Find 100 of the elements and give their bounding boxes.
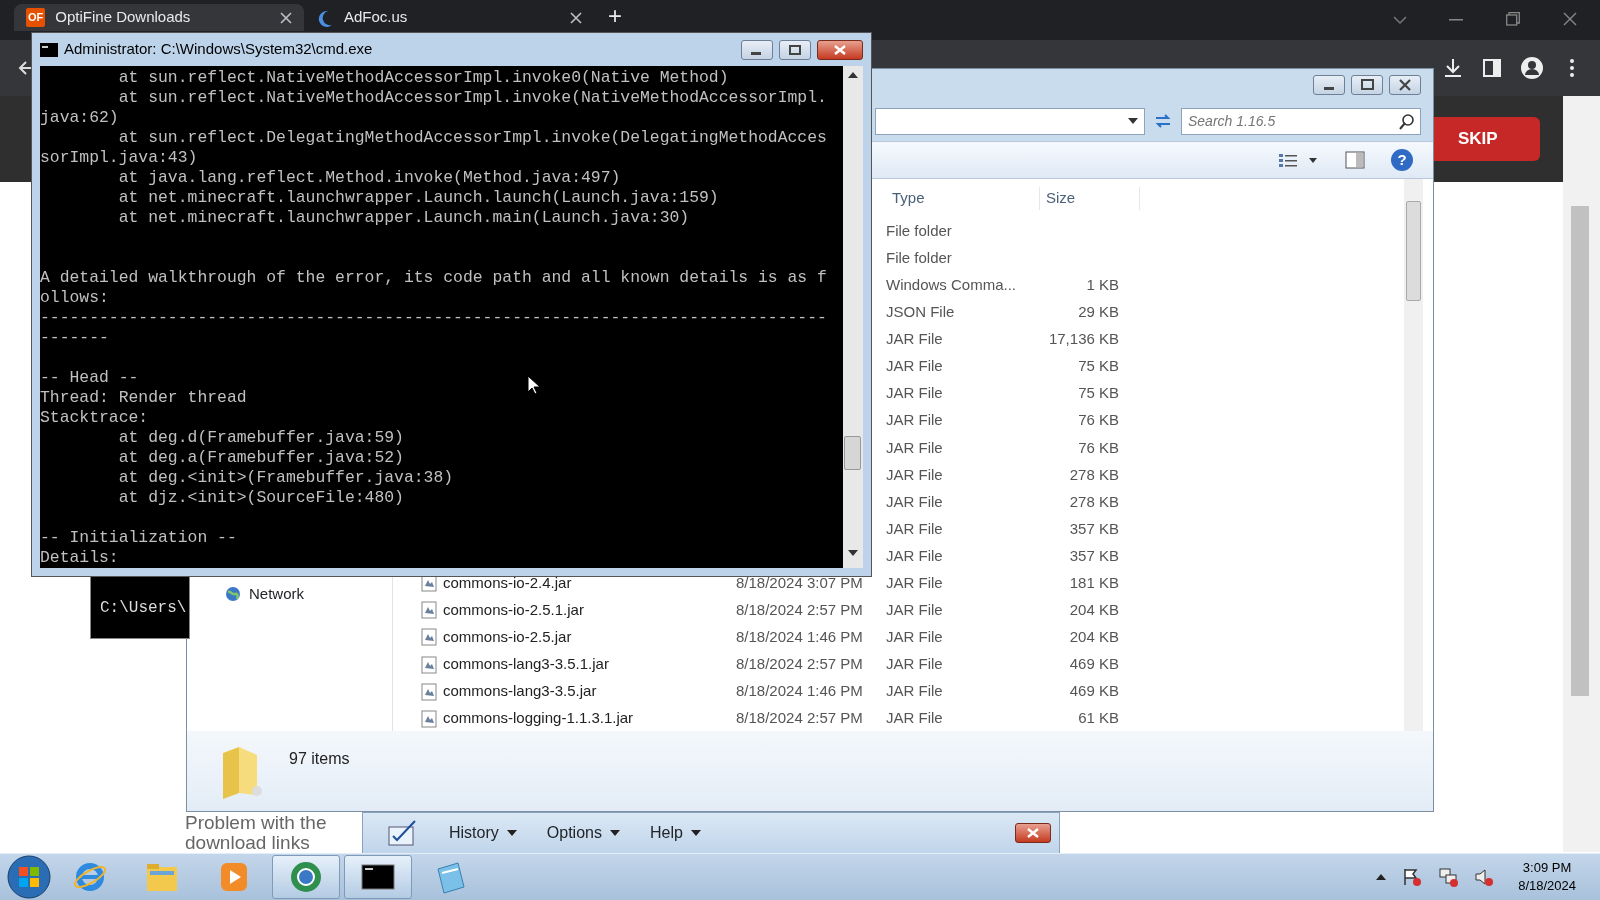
- scrollbar-thumb[interactable]: [844, 436, 861, 470]
- chevron-up-icon[interactable]: [1376, 874, 1387, 880]
- console-line: -- Head --: [40, 368, 139, 388]
- speaker-muted-icon[interactable]: [1474, 867, 1495, 887]
- file-size: 1 KB: [1086, 276, 1119, 293]
- profile-icon[interactable]: [1521, 57, 1543, 79]
- close-button[interactable]: [817, 39, 863, 60]
- globe-icon: [288, 859, 324, 895]
- console-line: A detailed walkthrough of the error, its code path and all known details is as f: [40, 268, 827, 288]
- file-list-scrollbar[interactable]: [1404, 179, 1423, 731]
- network-icon[interactable]: [1438, 867, 1459, 887]
- scrollbar-thumb[interactable]: [1571, 206, 1589, 696]
- preview-pane-icon[interactable]: [1345, 151, 1365, 169]
- file-size: 278 KB: [1069, 465, 1119, 483]
- refresh-icon[interactable]: [1153, 112, 1173, 130]
- minimize-button[interactable]: [741, 39, 773, 60]
- caret-icon: [690, 830, 701, 836]
- close-icon[interactable]: [570, 11, 582, 24]
- file-date: 8/18/2024 2:57 PM: [736, 709, 863, 727]
- menu-item[interactable]: History: [449, 821, 517, 845]
- maximize-icon[interactable]: [789, 44, 801, 55]
- nav-item[interactable]: Network: [225, 583, 304, 606]
- view-options-icon[interactable]: [1279, 152, 1319, 168]
- close-button[interactable]: [1015, 823, 1051, 843]
- menu-item[interactable]: Options: [546, 821, 620, 845]
- file-date: 8/18/2024 2:57 PM: [736, 601, 863, 619]
- file-size: 76 KB: [1078, 411, 1119, 429]
- file-type: JAR File: [886, 438, 943, 456]
- item-count: 97 items: [289, 749, 350, 769]
- file-size: 29 KB: [1078, 303, 1119, 321]
- console-line: at deg.d(Framebuffer.java:59): [117, 428, 404, 448]
- jar-file-icon: [421, 655, 437, 674]
- file-size: 61 KB: [1078, 709, 1119, 727]
- file-size: 75 KB: [1078, 384, 1119, 402]
- caret-icon: [609, 830, 620, 836]
- file-name[interactable]: commons-lang3-3.5.jar: [443, 682, 597, 700]
- console-line: at java.lang.reflect.Method.invoke(Method.java:497): [117, 168, 621, 188]
- jar-file-icon: [421, 601, 437, 620]
- menu-item[interactable]: Help: [649, 821, 701, 845]
- file-type: JAR File: [886, 601, 943, 619]
- chevron-down-icon[interactable]: [1393, 15, 1407, 25]
- file-size: 204 KB: [1069, 628, 1119, 646]
- file-type: File folder: [886, 221, 952, 239]
- side-panel-icon[interactable]: [1483, 59, 1501, 77]
- file-name[interactable]: commons-lang3-3.5.1.jar: [443, 655, 609, 673]
- browser-tab[interactable]: OF OptiFine Downloads: [14, 4, 304, 31]
- scroll-up-icon[interactable]: [848, 72, 858, 78]
- file-type: JAR File: [886, 330, 943, 348]
- file-size: 181 KB: [1069, 574, 1119, 591]
- dropdown-arrow-icon[interactable]: [1128, 118, 1138, 124]
- file-type: Windows Comma...: [886, 276, 1017, 293]
- file-type: JAR File: [886, 519, 943, 537]
- page-scrollbar[interactable]: [1563, 96, 1600, 852]
- restore-icon[interactable]: [1506, 12, 1520, 26]
- file-name[interactable]: commons-io-2.5.1.jar: [443, 601, 584, 619]
- console-line: --------------------------------------------------------------------------------: [40, 308, 827, 328]
- file-type: JAR File: [886, 384, 943, 402]
- file-size: 75 KB: [1078, 357, 1119, 375]
- file-type: JAR File: [886, 465, 943, 483]
- search-icon[interactable]: [1399, 113, 1415, 130]
- file-type: JAR File: [886, 655, 943, 673]
- file-size: 357 KB: [1069, 546, 1119, 564]
- jar-file-icon: [421, 709, 437, 728]
- back-arrow-icon[interactable]: [18, 60, 34, 76]
- column-header[interactable]: Size: [1040, 187, 1140, 210]
- file-size: 278 KB: [1069, 492, 1119, 510]
- search-field[interactable]: Search 1.16.5: [1181, 107, 1421, 135]
- file-name[interactable]: commons-logging-1.1.3.1.jar: [443, 709, 634, 727]
- jar-file-icon: [421, 682, 437, 701]
- skip-button[interactable]: SKIP: [1434, 117, 1540, 161]
- console-scrollbar[interactable]: [843, 66, 863, 568]
- console-line: at deg.<init>(Framebuffer.java:38): [117, 468, 454, 488]
- menu-icon[interactable]: [1569, 59, 1575, 77]
- start-button-icon[interactable]: [6, 854, 52, 900]
- file-size: 469 KB: [1069, 655, 1119, 673]
- new-tab-button[interactable]: +: [608, 4, 622, 28]
- file-size: 204 KB: [1069, 601, 1119, 619]
- file-date: 8/18/2024 1:46 PM: [736, 628, 863, 646]
- browser-tab[interactable]: AdFoc.us: [304, 4, 594, 31]
- globe-icon: [225, 586, 241, 603]
- caret-icon: [506, 830, 517, 836]
- close-icon[interactable]: [280, 11, 292, 24]
- mouse-cursor-icon: [527, 375, 541, 395]
- clock[interactable]: 3:09 PM 8/18/2024: [1518, 859, 1576, 895]
- window-title: Administrator: C:\Windows\System32\cmd.exe: [64, 39, 374, 60]
- page-text: Problem with the: [185, 813, 327, 833]
- taskbar-button[interactable]: [344, 855, 412, 899]
- file-name[interactable]: commons-io-2.5.jar: [443, 628, 572, 646]
- flag-icon[interactable]: [1402, 867, 1423, 887]
- file-name[interactable]: commons-io-2.4.jar: [443, 574, 572, 591]
- maximize-button[interactable]: [779, 39, 811, 60]
- close-icon[interactable]: [1563, 12, 1577, 26]
- help-button[interactable]: ?: [1391, 149, 1413, 171]
- console-line: at net.minecraft.launchwrapper.Launch.launch(Launch.java:159): [117, 188, 719, 208]
- scroll-down-icon[interactable]: [848, 550, 858, 556]
- file-type: JAR File: [886, 574, 943, 591]
- download-icon[interactable]: [1443, 58, 1463, 78]
- file-size: 17,136 KB: [1048, 330, 1119, 348]
- column-header[interactable]: Type: [892, 187, 1040, 210]
- scrollbar-thumb[interactable]: [1406, 201, 1421, 301]
